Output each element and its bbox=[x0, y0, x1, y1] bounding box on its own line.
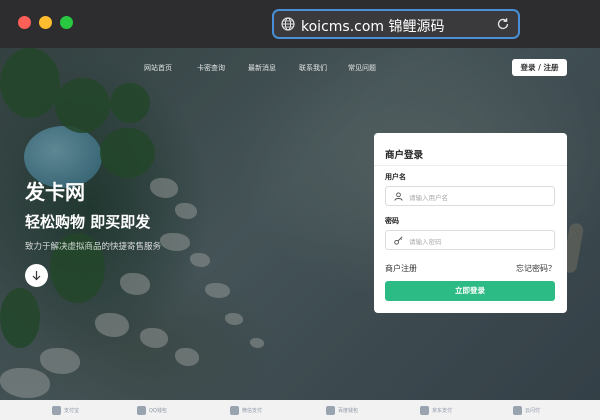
partner-name: 百度钱包 bbox=[338, 407, 359, 414]
union-pay-icon bbox=[513, 405, 522, 415]
register-link[interactable]: 商户注册 bbox=[385, 263, 417, 274]
minimize-window-button[interactable] bbox=[39, 16, 52, 29]
baidu-wallet-icon bbox=[326, 405, 335, 415]
password-input[interactable]: 请输入密码 bbox=[385, 230, 555, 250]
partner-logo: 云闪付 bbox=[513, 404, 540, 416]
hero-subtitle: 轻松购物 即买即发 bbox=[25, 213, 151, 231]
hero-title: 发卡网 bbox=[25, 180, 85, 204]
address-url: koicms.com 锦鲤源码 bbox=[301, 19, 445, 35]
jd-pay-icon bbox=[420, 405, 429, 415]
alipay-icon bbox=[52, 405, 61, 415]
login-submit-button[interactable]: 立即登录 bbox=[385, 281, 555, 301]
partner-logo: 京东支付 bbox=[420, 404, 452, 416]
login-register-button[interactable]: 登录 / 注册 bbox=[512, 59, 567, 76]
page-viewport: 网站首页 卡密查询 最新消息 联系我们 常见问题 登录 / 注册 发卡网 轻松购… bbox=[0, 48, 600, 400]
browser-toolbar: koicms.com 锦鲤源码 bbox=[0, 0, 600, 48]
nav-item-home[interactable]: 网站首页 bbox=[144, 63, 172, 73]
username-input[interactable]: 请输入用户名 bbox=[385, 186, 555, 206]
top-nav: 网站首页 卡密查询 最新消息 联系我们 常见问题 登录 / 注册 bbox=[0, 48, 600, 84]
nav-item-card-query[interactable]: 卡密查询 bbox=[197, 63, 225, 73]
key-icon bbox=[394, 236, 403, 245]
nav-item-faq[interactable]: 常见问题 bbox=[348, 63, 376, 73]
globe-icon bbox=[281, 17, 295, 31]
password-label: 密码 bbox=[385, 217, 399, 225]
partner-logo: 微信支付 bbox=[230, 404, 262, 416]
username-label: 用户名 bbox=[385, 173, 406, 181]
nav-item-contact[interactable]: 联系我们 bbox=[299, 63, 327, 73]
partner-logo: 百度钱包 bbox=[326, 404, 358, 416]
partner-name: 微信支付 bbox=[242, 407, 263, 414]
maximize-window-button[interactable] bbox=[60, 16, 73, 29]
arrow-down-icon bbox=[32, 271, 41, 281]
address-bar[interactable]: koicms.com 锦鲤源码 bbox=[272, 9, 520, 39]
password-placeholder: 请输入密码 bbox=[409, 238, 442, 246]
qq-wallet-icon bbox=[137, 405, 146, 415]
partner-strip: 支付宝 QQ钱包 微信支付 百度钱包 京东支付 云闪付 bbox=[0, 400, 600, 420]
partner-name: QQ钱包 bbox=[149, 407, 167, 414]
merchant-login-card: 商户登录 用户名 请输入用户名 密码 请输入密码 商户注册 忘记密码？ 立即登录 bbox=[374, 133, 567, 313]
reload-icon[interactable] bbox=[496, 17, 510, 31]
partner-name: 云闪付 bbox=[525, 407, 541, 414]
partner-logo: QQ钱包 bbox=[137, 404, 167, 416]
wechat-pay-icon bbox=[230, 405, 239, 415]
partner-logo: 支付宝 bbox=[52, 404, 79, 416]
forgot-password-link[interactable]: 忘记密码？ bbox=[516, 263, 556, 274]
partner-name: 支付宝 bbox=[64, 407, 80, 414]
username-placeholder: 请输入用户名 bbox=[409, 194, 448, 202]
browser-window: koicms.com 锦鲤源码 网站首页 卡密查询 最新消息 联系我们 常见问题… bbox=[0, 0, 600, 420]
nav-item-news[interactable]: 最新消息 bbox=[248, 63, 276, 73]
card-divider bbox=[374, 165, 567, 166]
close-window-button[interactable] bbox=[18, 16, 31, 29]
login-card-title: 商户登录 bbox=[385, 150, 424, 161]
scroll-down-button[interactable] bbox=[25, 264, 48, 287]
partner-name: 京东支付 bbox=[432, 407, 453, 414]
hero-description: 致力于解决虚拟商品的快捷寄售服务 bbox=[25, 242, 162, 252]
user-icon bbox=[394, 192, 403, 201]
